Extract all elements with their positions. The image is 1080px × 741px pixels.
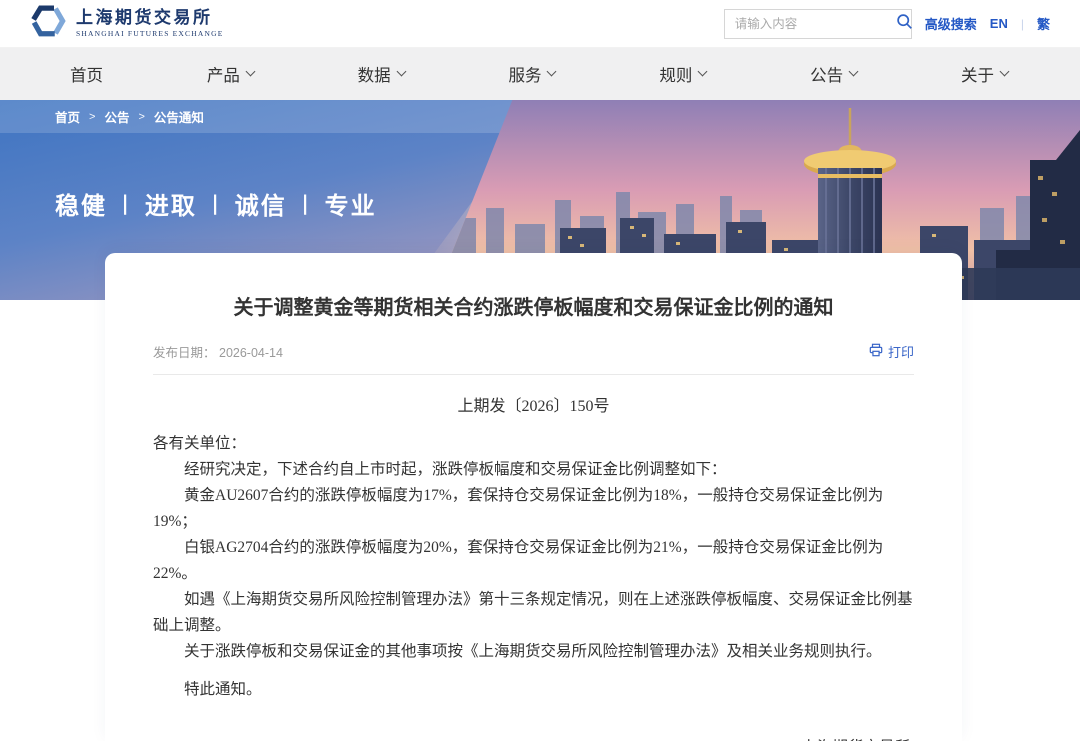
nav-item-products[interactable]: 产品 — [207, 62, 254, 86]
nav-label: 关于 — [961, 62, 994, 86]
main-nav: 首页 产品 数据 服务 规则 公告 关于 — [0, 48, 1080, 100]
chevron-down-icon — [547, 67, 557, 77]
shfe-logo[interactable]: 上海期货交易所 SHANGHAI FUTURES EXCHANGE — [30, 3, 224, 44]
nav-item-data[interactable]: 数据 — [358, 62, 405, 86]
publish-date-label: 发布日期： — [153, 346, 216, 360]
chevron-down-icon — [849, 67, 859, 77]
slogan-word: 进取 — [145, 186, 197, 221]
article-meta: 发布日期： 2026-04-14 打印 — [153, 342, 914, 375]
nav-item-announcements[interactable]: 公告 — [810, 62, 857, 86]
lang-divider: | — [1021, 17, 1024, 31]
paragraph: 经研究决定，下述合约自上市时起，涨跌停板幅度和交易保证金比例调整如下： — [153, 457, 914, 483]
shfe-logo-icon — [30, 3, 66, 44]
logo-title: 上海期货交易所 — [76, 8, 224, 28]
paragraph: 关于涨跌停板和交易保证金的其他事项按《上海期货交易所风险控制管理办法》及相关业务… — [153, 639, 914, 665]
nav-label: 规则 — [659, 62, 692, 86]
print-label: 打印 — [888, 342, 914, 361]
nav-label: 公告 — [810, 62, 843, 86]
paragraph: 白银AG2704合约的涨跌停板幅度为20%，套保持仓交易保证金比例为21%，一般… — [153, 535, 914, 587]
document-number: 上期发〔2026〕150号 — [153, 392, 914, 416]
logo-subtitle: SHANGHAI FUTURES EXCHANGE — [76, 30, 224, 39]
closing-line: 特此通知。 — [153, 677, 914, 703]
nav-label: 产品 — [207, 62, 240, 86]
breadcrumb-separator: > — [138, 111, 144, 123]
slogan-divider: | — [303, 192, 309, 216]
advanced-search-link[interactable]: 高级搜索 — [925, 14, 977, 33]
salutation: 各有关单位： — [153, 431, 914, 457]
nav-label: 首页 — [70, 62, 103, 86]
nav-item-services[interactable]: 服务 — [508, 62, 555, 86]
print-button[interactable]: 打印 — [869, 342, 914, 361]
publish-date-value: 2026-04-14 — [219, 346, 283, 360]
lang-traditional-link[interactable]: 繁 — [1037, 14, 1050, 33]
breadcrumb-announcements[interactable]: 公告 — [104, 107, 129, 126]
nav-label: 服务 — [508, 62, 541, 86]
nav-label: 数据 — [358, 62, 391, 86]
header-tools: 高级搜索 EN | 繁 — [724, 9, 1050, 39]
banner-slogan: 稳健 | 进取 | 诚信 | 专业 — [55, 186, 377, 221]
breadcrumb-home[interactable]: 首页 — [55, 107, 80, 126]
nav-item-about[interactable]: 关于 — [961, 62, 1008, 86]
paragraph: 如遇《上海期货交易所风险控制管理办法》第十三条规定情况，则在上述涨跌停板幅度、交… — [153, 587, 914, 639]
article-body: 各有关单位： 经研究决定，下述合约自上市时起，涨跌停板幅度和交易保证金比例调整如… — [153, 431, 914, 665]
chevron-down-icon — [698, 67, 708, 77]
breadcrumb: 首页 > 公告 > 公告通知 — [0, 100, 204, 133]
publish-date: 发布日期： 2026-04-14 — [153, 342, 283, 361]
page-title: 关于调整黄金等期货相关合约涨跌停板幅度和交易保证金比例的通知 — [153, 253, 914, 320]
slogan-divider: | — [213, 192, 219, 216]
printer-icon — [869, 343, 883, 360]
article-card: 关于调整黄金等期货相关合约涨跌停板幅度和交易保证金比例的通知 发布日期： 202… — [105, 253, 962, 741]
slogan-word: 诚信 — [235, 186, 287, 221]
paragraph: 黄金AU2607合约的涨跌停板幅度为17%，套保持仓交易保证金比例为18%，一般… — [153, 483, 914, 535]
breadcrumb-separator: > — [89, 111, 95, 123]
search-box[interactable] — [724, 9, 912, 39]
search-input[interactable] — [735, 17, 896, 31]
signature-block: 上海期货交易所 2026年4月14日 — [801, 735, 910, 741]
slogan-divider: | — [123, 192, 129, 216]
chevron-down-icon — [396, 67, 406, 77]
chevron-down-icon — [245, 67, 255, 77]
slogan-word: 专业 — [325, 186, 377, 221]
breadcrumb-current[interactable]: 公告通知 — [154, 107, 204, 126]
top-header: 上海期货交易所 SHANGHAI FUTURES EXCHANGE 高级搜索 E… — [0, 0, 1080, 48]
signature-org: 上海期货交易所 — [801, 735, 910, 741]
search-icon[interactable] — [896, 13, 913, 35]
nav-item-home[interactable]: 首页 — [70, 62, 103, 86]
chevron-down-icon — [1000, 67, 1010, 77]
lang-en-link[interactable]: EN — [990, 16, 1008, 31]
nav-item-rules[interactable]: 规则 — [659, 62, 706, 86]
slogan-word: 稳健 — [55, 186, 107, 221]
